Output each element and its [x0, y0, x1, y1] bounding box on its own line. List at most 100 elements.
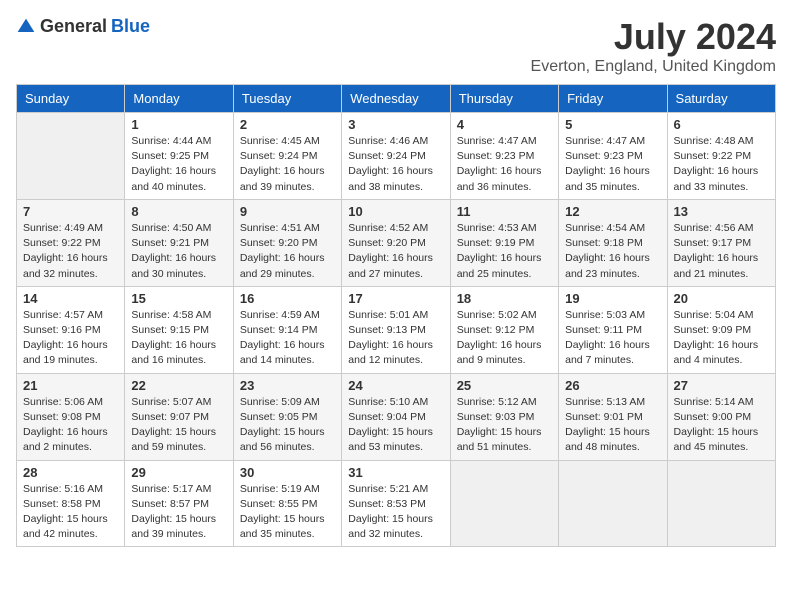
day-number: 1: [131, 117, 226, 132]
calendar-cell: 19 Sunrise: 5:03 AM Sunset: 9:11 PM Dayli…: [559, 286, 667, 373]
calendar-week-row: 14 Sunrise: 4:57 AM Sunset: 9:16 PM Dayli…: [17, 286, 776, 373]
logo-text-general: General: [40, 16, 107, 37]
day-number: 19: [565, 291, 660, 306]
calendar-cell: [450, 460, 558, 547]
calendar-cell: 11Sunrise: 4:53 AM Sunset: 9:19 PM Dayli…: [450, 199, 558, 286]
weekday-header-cell: Sunday: [17, 85, 125, 113]
calendar-cell: 17 Sunrise: 5:01 AM Sunset: 9:13 PM Dayli…: [342, 286, 450, 373]
day-info: Sunrise: 4:49 AM Sunset: 9:22 PM Dayligh…: [23, 221, 118, 282]
weekday-header-cell: Tuesday: [233, 85, 341, 113]
calendar-cell: 21 Sunrise: 5:06 AM Sunset: 9:08 PM Dayli…: [17, 373, 125, 460]
day-number: 14: [23, 291, 118, 306]
day-info: Sunrise: 4:45 AM Sunset: 9:24 PM Dayligh…: [240, 134, 335, 195]
month-title: July 2024: [531, 16, 776, 58]
weekday-header-row: SundayMondayTuesdayWednesdayThursdayFrid…: [17, 85, 776, 113]
day-number: 13: [674, 204, 769, 219]
day-number: 22: [131, 378, 226, 393]
calendar-cell: 23 Sunrise: 5:09 AM Sunset: 9:05 PM Dayli…: [233, 373, 341, 460]
day-number: 10: [348, 204, 443, 219]
calendar-cell: 14 Sunrise: 4:57 AM Sunset: 9:16 PM Dayli…: [17, 286, 125, 373]
day-info: Sunrise: 5:09 AM Sunset: 9:05 PM Dayligh…: [240, 395, 335, 456]
calendar-cell: 24 Sunrise: 5:10 AM Sunset: 9:04 PM Dayli…: [342, 373, 450, 460]
day-info: Sunrise: 5:14 AM Sunset: 9:00 PM Dayligh…: [674, 395, 769, 456]
calendar-week-row: 28 Sunrise: 5:16 AM Sunset: 8:58 PM Dayli…: [17, 460, 776, 547]
weekday-header-cell: Monday: [125, 85, 233, 113]
day-number: 5: [565, 117, 660, 132]
day-number: 21: [23, 378, 118, 393]
header: General Blue July 2024 Everton, England,…: [16, 16, 776, 76]
calendar-cell: 30Sunrise: 5:19 AM Sunset: 8:55 PM Dayli…: [233, 460, 341, 547]
day-number: 28: [23, 465, 118, 480]
day-number: 23: [240, 378, 335, 393]
calendar-cell: 18Sunrise: 5:02 AM Sunset: 9:12 PM Dayli…: [450, 286, 558, 373]
day-info: Sunrise: 4:57 AM Sunset: 9:16 PM Dayligh…: [23, 308, 118, 369]
day-number: 27: [674, 378, 769, 393]
weekday-header-cell: Friday: [559, 85, 667, 113]
day-number: 11: [457, 204, 552, 219]
calendar-cell: 5 Sunrise: 4:47 AM Sunset: 9:23 PM Daylig…: [559, 113, 667, 200]
calendar-cell: 12 Sunrise: 4:54 AM Sunset: 9:18 PM Dayli…: [559, 199, 667, 286]
logo-icon: [16, 17, 36, 37]
day-number: 4: [457, 117, 552, 132]
day-number: 2: [240, 117, 335, 132]
calendar-week-row: 1 Sunrise: 4:44 AM Sunset: 9:25 PM Daylig…: [17, 113, 776, 200]
day-info: Sunrise: 5:03 AM Sunset: 9:11 PM Dayligh…: [565, 308, 660, 369]
calendar-cell: 4 Sunrise: 4:47 AM Sunset: 9:23 PM Daylig…: [450, 113, 558, 200]
day-number: 9: [240, 204, 335, 219]
day-info: Sunrise: 5:13 AM Sunset: 9:01 PM Dayligh…: [565, 395, 660, 456]
day-info: Sunrise: 5:17 AM Sunset: 8:57 PM Dayligh…: [131, 482, 226, 543]
calendar-cell: 20Sunrise: 5:04 AM Sunset: 9:09 PM Dayli…: [667, 286, 775, 373]
calendar-cell: 6 Sunrise: 4:48 AM Sunset: 9:22 PM Daylig…: [667, 113, 775, 200]
calendar-cell: 27 Sunrise: 5:14 AM Sunset: 9:00 PM Dayli…: [667, 373, 775, 460]
day-info: Sunrise: 4:48 AM Sunset: 9:22 PM Dayligh…: [674, 134, 769, 195]
calendar-cell: 25Sunrise: 5:12 AM Sunset: 9:03 PM Dayli…: [450, 373, 558, 460]
day-number: 25: [457, 378, 552, 393]
day-number: 20: [674, 291, 769, 306]
day-info: Sunrise: 4:47 AM Sunset: 9:23 PM Dayligh…: [565, 134, 660, 195]
day-number: 29: [131, 465, 226, 480]
weekday-header-cell: Wednesday: [342, 85, 450, 113]
calendar-cell: 29 Sunrise: 5:17 AM Sunset: 8:57 PM Dayli…: [125, 460, 233, 547]
calendar-cell: 9 Sunrise: 4:51 AM Sunset: 9:20 PM Daylig…: [233, 199, 341, 286]
day-info: Sunrise: 4:46 AM Sunset: 9:24 PM Dayligh…: [348, 134, 443, 195]
calendar-cell: 22Sunrise: 5:07 AM Sunset: 9:07 PM Dayli…: [125, 373, 233, 460]
day-info: Sunrise: 5:19 AM Sunset: 8:55 PM Dayligh…: [240, 482, 335, 543]
day-info: Sunrise: 5:21 AM Sunset: 8:53 PM Dayligh…: [348, 482, 443, 543]
calendar-cell: [667, 460, 775, 547]
day-number: 6: [674, 117, 769, 132]
calendar-week-row: 7 Sunrise: 4:49 AM Sunset: 9:22 PM Daylig…: [17, 199, 776, 286]
calendar-cell: 3 Sunrise: 4:46 AM Sunset: 9:24 PM Daylig…: [342, 113, 450, 200]
calendar-cell: [559, 460, 667, 547]
calendar-cell: 8 Sunrise: 4:50 AM Sunset: 9:21 PM Daylig…: [125, 199, 233, 286]
calendar-body: 1 Sunrise: 4:44 AM Sunset: 9:25 PM Daylig…: [17, 113, 776, 547]
day-info: Sunrise: 4:51 AM Sunset: 9:20 PM Dayligh…: [240, 221, 335, 282]
day-info: Sunrise: 4:44 AM Sunset: 9:25 PM Dayligh…: [131, 134, 226, 195]
day-number: 8: [131, 204, 226, 219]
day-number: 24: [348, 378, 443, 393]
day-number: 7: [23, 204, 118, 219]
calendar-cell: 10 Sunrise: 4:52 AM Sunset: 9:20 PM Dayli…: [342, 199, 450, 286]
calendar-cell: [17, 113, 125, 200]
weekday-header-cell: Saturday: [667, 85, 775, 113]
day-number: 12: [565, 204, 660, 219]
logo: General Blue: [16, 16, 150, 37]
calendar-week-row: 21 Sunrise: 5:06 AM Sunset: 9:08 PM Dayli…: [17, 373, 776, 460]
day-info: Sunrise: 5:16 AM Sunset: 8:58 PM Dayligh…: [23, 482, 118, 543]
title-area: July 2024 Everton, England, United Kingd…: [531, 16, 776, 76]
calendar-cell: 28 Sunrise: 5:16 AM Sunset: 8:58 PM Dayli…: [17, 460, 125, 547]
weekday-header-cell: Thursday: [450, 85, 558, 113]
day-info: Sunrise: 4:50 AM Sunset: 9:21 PM Dayligh…: [131, 221, 226, 282]
calendar-cell: 31Sunrise: 5:21 AM Sunset: 8:53 PM Dayli…: [342, 460, 450, 547]
calendar-cell: 1 Sunrise: 4:44 AM Sunset: 9:25 PM Daylig…: [125, 113, 233, 200]
day-info: Sunrise: 4:54 AM Sunset: 9:18 PM Dayligh…: [565, 221, 660, 282]
day-number: 17: [348, 291, 443, 306]
day-number: 26: [565, 378, 660, 393]
day-number: 16: [240, 291, 335, 306]
day-info: Sunrise: 4:47 AM Sunset: 9:23 PM Dayligh…: [457, 134, 552, 195]
day-info: Sunrise: 5:10 AM Sunset: 9:04 PM Dayligh…: [348, 395, 443, 456]
day-info: Sunrise: 4:52 AM Sunset: 9:20 PM Dayligh…: [348, 221, 443, 282]
calendar-cell: 7 Sunrise: 4:49 AM Sunset: 9:22 PM Daylig…: [17, 199, 125, 286]
day-number: 3: [348, 117, 443, 132]
day-info: Sunrise: 5:01 AM Sunset: 9:13 PM Dayligh…: [348, 308, 443, 369]
day-info: Sunrise: 5:06 AM Sunset: 9:08 PM Dayligh…: [23, 395, 118, 456]
